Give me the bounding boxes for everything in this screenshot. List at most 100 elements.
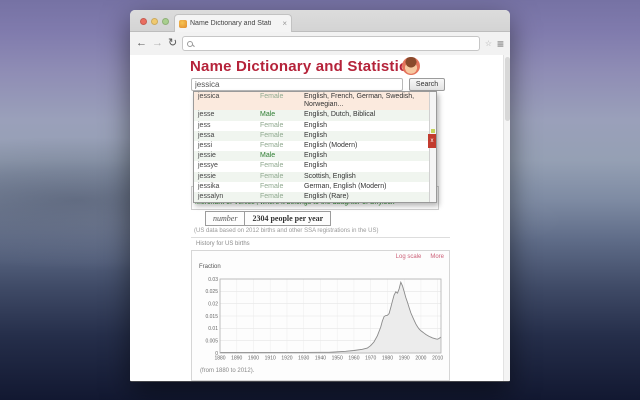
zoom-window-button[interactable]: [162, 18, 169, 25]
suggestion-row[interactable]: jessalyn Female English (Rare): [194, 192, 436, 203]
url-bar[interactable]: [182, 36, 480, 51]
stats-note: (US data based on 2012 births and other …: [194, 228, 379, 234]
dropdown-close-icon[interactable]: x: [428, 134, 436, 148]
svg-text:1950: 1950: [332, 356, 343, 362]
name-search-input[interactable]: [191, 78, 403, 91]
svg-text:0.015: 0.015: [205, 314, 218, 320]
suggestion-name: jessye: [198, 162, 218, 170]
dropdown-marker-dot: [431, 129, 435, 133]
search-icon: [187, 40, 194, 47]
suggestion-row[interactable]: jesse Male English, Dutch, Biblical: [194, 110, 436, 121]
suggestion-row[interactable]: jessica Female English, French, German, Sw…: [194, 92, 436, 111]
suggestion-gender: Male: [260, 111, 276, 119]
svg-text:1920: 1920: [281, 356, 292, 362]
suggestion-row[interactable]: jessi Female English (Modern): [194, 141, 436, 151]
suggestion-languages: English: [304, 152, 327, 160]
suggestion-gender: Male: [260, 152, 276, 160]
divider: [191, 237, 450, 238]
history-chart: 1880 1890 1900 1910 1920 1930 1940 1950 1960 1970…: [205, 277, 443, 362]
svg-text:0.005: 0.005: [205, 338, 218, 344]
scrollbar-thumb[interactable]: [505, 57, 510, 121]
avatar: [402, 57, 420, 75]
suggestion-languages: English (Rare): [304, 193, 349, 201]
suggestion-row[interactable]: jessie Male English: [194, 151, 436, 162]
svg-text:2000: 2000: [415, 356, 426, 362]
page-title: Name Dictionary and Statistic: [190, 58, 408, 75]
tab-title: Name Dictionary and Stati: [190, 20, 272, 27]
suggestion-languages: English: [304, 131, 327, 139]
page-scrollbar[interactable]: [503, 55, 510, 381]
svg-text:1890: 1890: [231, 356, 242, 362]
suggestion-name: jessika: [198, 182, 220, 190]
svg-text:0.025: 0.025: [205, 289, 218, 295]
suggestion-row[interactable]: jess Female English: [194, 121, 436, 131]
suggestion-name: jessica: [198, 93, 220, 100]
suggestion-gender: Female: [260, 131, 284, 139]
suggestion-row[interactable]: jessye Female English: [194, 161, 436, 171]
chart-ylabel: Fraction: [199, 264, 221, 270]
suggestion-name: jessa: [198, 131, 215, 139]
suggestion-gender: Female: [260, 182, 284, 190]
browser-toolbar: ← → ↻ ☆ ≡: [130, 32, 510, 55]
forward-button: →: [152, 37, 163, 49]
suggestion-row[interactable]: jessie Female Scottish, English: [194, 171, 436, 182]
minimize-window-button[interactable]: [151, 18, 158, 25]
suggestion-languages: Scottish, English: [304, 172, 356, 180]
stats-label: number: [205, 211, 245, 226]
autocomplete-dropdown: x jessica Female English, French, German, …: [193, 91, 437, 204]
menu-icon[interactable]: ≡: [497, 38, 504, 50]
tab-strip: Name Dictionary and Stati ×: [130, 10, 510, 32]
chart-caption: (from 1880 to 2012).: [200, 368, 255, 374]
suggestion-languages: English (Modern): [304, 142, 358, 150]
svg-text:1930: 1930: [298, 356, 309, 362]
stats-value: 2304 people per year: [244, 211, 332, 226]
suggestion-languages: English: [304, 162, 327, 170]
svg-text:2010: 2010: [432, 356, 443, 362]
svg-text:1980: 1980: [382, 356, 393, 362]
suggestion-name: jess: [198, 121, 211, 129]
suggestion-row[interactable]: jessa Female English: [194, 130, 436, 142]
svg-text:0.03: 0.03: [208, 277, 218, 283]
history-links: Log scale More: [396, 254, 444, 260]
suggestion-gender: Female: [260, 142, 284, 150]
suggestion-gender: Female: [260, 121, 284, 129]
suggestion-languages: German, English (Modern): [304, 182, 387, 190]
search-row: Search: [191, 78, 445, 91]
back-button[interactable]: ←: [136, 38, 147, 49]
suggestion-gender: Female: [260, 93, 284, 100]
suggestion-name: jessie: [198, 152, 216, 160]
suggestion-name: jessalyn: [198, 193, 224, 201]
svg-text:0.01: 0.01: [208, 326, 218, 332]
search-button[interactable]: Search: [409, 78, 445, 91]
window-controls: [140, 18, 169, 25]
suggestion-name: jessi: [198, 142, 213, 150]
close-window-button[interactable]: [140, 18, 147, 25]
browser-tab[interactable]: Name Dictionary and Stati ×: [174, 14, 292, 32]
svg-text:1960: 1960: [348, 356, 359, 362]
browser-window: Name Dictionary and Stati × ← → ↻ ☆ ≡ Na…: [130, 10, 510, 382]
suggestion-languages: English: [304, 121, 327, 129]
stats-table: number 2304 people per year: [205, 211, 332, 226]
suggestion-name: jessie: [198, 172, 216, 180]
tab-favicon-icon: [179, 19, 187, 28]
bookmark-star-icon[interactable]: ☆: [485, 39, 492, 48]
svg-text:1900: 1900: [248, 356, 259, 362]
svg-text:1940: 1940: [315, 356, 326, 362]
suggestion-row[interactable]: jessika Female German, English (Modern): [194, 182, 436, 192]
svg-text:0.02: 0.02: [208, 301, 218, 307]
suggestion-gender: Female: [260, 172, 284, 180]
reload-button[interactable]: ↻: [168, 38, 177, 49]
svg-text:1970: 1970: [365, 356, 376, 362]
history-panel: Log scale More Fraction 1880 1890 1900 1910 1…: [191, 250, 450, 381]
page-viewport: Name Dictionary and Statistic Search x j…: [130, 55, 510, 381]
desktop-wallpaper: Name Dictionary and Stati × ← → ↻ ☆ ≡ Na…: [0, 0, 640, 400]
history-link[interactable]: Log scale: [396, 254, 422, 260]
svg-text:0: 0: [215, 351, 218, 357]
tab-close-icon[interactable]: ×: [282, 19, 287, 28]
suggestion-languages: English, French, German, Swedish, Norweg…: [304, 93, 415, 109]
history-link[interactable]: More: [430, 254, 444, 260]
suggestion-gender: Female: [260, 193, 284, 201]
history-title: History for US births: [196, 241, 250, 247]
svg-text:1990: 1990: [399, 356, 410, 362]
suggestion-name: jesse: [198, 111, 215, 119]
